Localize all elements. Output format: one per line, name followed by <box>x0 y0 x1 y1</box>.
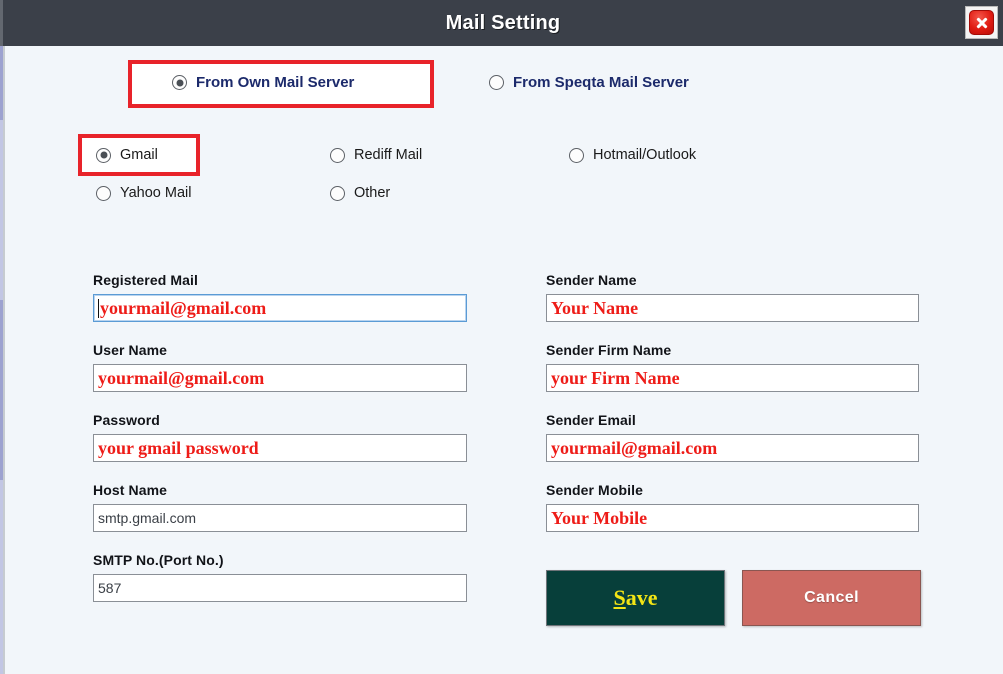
window-titlebar: Mail Setting <box>3 0 1003 46</box>
field-label: Sender Mobile <box>546 482 643 498</box>
mail-setting-dialog: Mail Setting From Own Mail Server From S… <box>0 0 1003 674</box>
sender-mobile-input[interactable]: Your Mobile <box>546 504 919 532</box>
dialog-body: From Own Mail Server From Speqta Mail Se… <box>5 46 1003 674</box>
field-label: Password <box>93 412 160 428</box>
field-sender-mobile: Sender Mobile Your Mobile <box>546 482 919 532</box>
save-button-label: Save <box>613 585 657 611</box>
input-value: your gmail password <box>98 438 259 458</box>
save-accelerator: S <box>613 585 626 610</box>
input-value: yourmail@gmail.com <box>98 368 265 388</box>
input-value: 587 <box>98 580 122 596</box>
field-smtp-port: SMTP No.(Port No.) 587 <box>93 552 467 602</box>
sender-name-input[interactable]: Your Name <box>546 294 919 322</box>
input-value: yourmail@gmail.com <box>551 438 718 458</box>
field-label: Host Name <box>93 482 168 498</box>
field-label: SMTP No.(Port No.) <box>93 552 224 568</box>
input-value: smtp.gmail.com <box>98 510 197 526</box>
field-sender-email: Sender Email yourmail@gmail.com <box>546 412 919 462</box>
input-value: yourmail@gmail.com <box>100 298 267 318</box>
save-button[interactable]: Save <box>546 570 725 626</box>
registered-mail-input[interactable]: yourmail@gmail.com <box>93 294 467 322</box>
host-name-input[interactable]: smtp.gmail.com <box>93 504 467 532</box>
field-label: Registered Mail <box>93 272 198 288</box>
field-user-name: User Name yourmail@gmail.com <box>93 342 467 392</box>
field-label: Sender Email <box>546 412 636 428</box>
field-label: User Name <box>93 342 168 358</box>
user-name-input[interactable]: yourmail@gmail.com <box>93 364 467 392</box>
save-label-rest: ave <box>625 585 658 610</box>
password-input[interactable]: your gmail password <box>93 434 467 462</box>
field-registered-mail: Registered Mail yourmail@gmail.com <box>93 272 467 322</box>
mail-settings-form: Registered Mail yourmail@gmail.com User … <box>5 46 1003 674</box>
text-caret <box>98 298 99 318</box>
input-value: your Firm Name <box>551 368 680 388</box>
field-label: Sender Name <box>546 272 637 288</box>
close-button[interactable] <box>965 6 998 39</box>
sender-email-input[interactable]: yourmail@gmail.com <box>546 434 919 462</box>
sender-firm-name-input[interactable]: your Firm Name <box>546 364 919 392</box>
field-label: Sender Firm Name <box>546 342 672 358</box>
input-value: Your Mobile <box>551 508 648 528</box>
close-icon <box>969 10 994 35</box>
field-password: Password your gmail password <box>93 412 467 462</box>
window-title: Mail Setting <box>445 11 561 34</box>
cancel-button-label: Cancel <box>804 589 859 606</box>
input-value: Your Name <box>551 298 639 318</box>
field-host-name: Host Name smtp.gmail.com <box>93 482 467 532</box>
field-sender-name: Sender Name Your Name <box>546 272 919 322</box>
field-sender-firm-name: Sender Firm Name your Firm Name <box>546 342 919 392</box>
cancel-button[interactable]: Cancel <box>742 570 921 626</box>
smtp-port-input[interactable]: 587 <box>93 574 467 602</box>
